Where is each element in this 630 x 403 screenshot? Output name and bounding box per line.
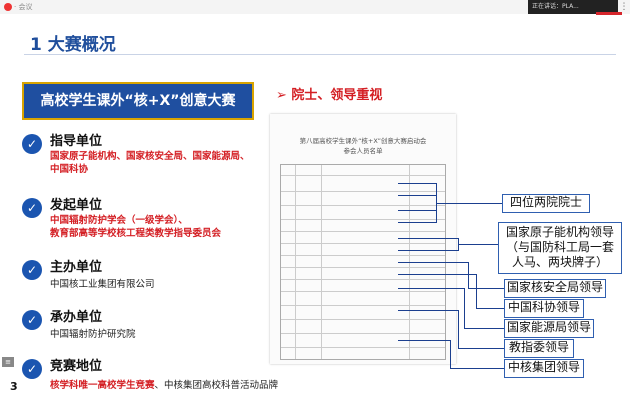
header-decoration bbox=[596, 12, 622, 15]
section-heading: 竞赛地位 bbox=[50, 359, 103, 374]
page-number: 3 bbox=[10, 380, 18, 393]
table-row bbox=[281, 255, 445, 256]
right-heading: ➢ 院士、领导重视 bbox=[276, 88, 383, 103]
connector-line bbox=[458, 348, 504, 349]
label-line: 人马、两块牌子） bbox=[511, 255, 608, 269]
section-line-black: 、中核集团高校科普活动品牌 bbox=[154, 380, 279, 391]
document-title-line: 参会人员名单 bbox=[343, 147, 383, 155]
section-heading: 发起单位 bbox=[50, 198, 103, 213]
document-title-line: 第八届高校学生课外“核+X”创意大赛启动会 bbox=[299, 137, 427, 145]
table-row bbox=[281, 243, 445, 244]
connector-line bbox=[476, 274, 477, 308]
label-cnnc-leaders: 中核集团领导 bbox=[504, 359, 584, 378]
check-icon: ✓ bbox=[22, 260, 42, 280]
table-row bbox=[281, 231, 445, 232]
check-icon: ✓ bbox=[22, 310, 42, 330]
connector-line bbox=[398, 250, 458, 251]
table-row bbox=[281, 333, 445, 334]
table-divider bbox=[321, 165, 322, 359]
table-row bbox=[281, 305, 445, 306]
table-row bbox=[281, 291, 445, 292]
section-line: 中国辐射防护研究院 bbox=[50, 329, 136, 340]
connector-line bbox=[458, 310, 459, 348]
label-caea-leaders: 国家原子能机构领导 （与国防科工局一套 人马、两块牌子） bbox=[498, 222, 622, 274]
contest-banner: 高校学生课外“核+X”创意大赛 bbox=[22, 82, 254, 120]
connector-line bbox=[398, 288, 464, 289]
connector-line bbox=[398, 238, 458, 239]
section-line: 国家原子能机构、国家核安全局、国家能源局、 bbox=[50, 151, 250, 162]
connector-line bbox=[468, 288, 504, 289]
label-line: （与国防科工局一套 bbox=[505, 240, 614, 254]
connector-line bbox=[398, 310, 458, 311]
table-row bbox=[281, 191, 445, 192]
section-heading: 主办单位 bbox=[50, 260, 103, 275]
connector-line bbox=[450, 368, 504, 369]
meeting-label: · 会议 bbox=[14, 3, 33, 11]
connector-line bbox=[476, 308, 504, 309]
attendee-list-document: 第八届高校学生课外“核+X”创意大赛启动会 参会人员名单 bbox=[270, 114, 456, 364]
label-cast-leaders: 中国科协领导 bbox=[504, 299, 584, 318]
connector-line bbox=[464, 288, 465, 328]
menu-icon[interactable]: ≡ bbox=[2, 357, 14, 367]
table-row bbox=[281, 175, 445, 176]
table-row bbox=[281, 205, 445, 206]
section-line-red: 核学科唯一高校学生竞赛 bbox=[50, 380, 155, 391]
table-row bbox=[281, 319, 445, 320]
connector-line bbox=[458, 244, 498, 245]
connector-line bbox=[398, 195, 436, 196]
label-academicians: 四位两院院士 bbox=[502, 194, 590, 213]
label-committee-leaders: 教指委领导 bbox=[504, 339, 574, 358]
check-icon: ✓ bbox=[22, 134, 42, 154]
section-line: 中国核工业集团有限公司 bbox=[50, 279, 155, 290]
connector-line bbox=[398, 274, 476, 275]
table-divider bbox=[295, 165, 296, 359]
section-line: 中国辐射防护学会（一级学会）、 bbox=[50, 215, 188, 226]
label-line: 国家原子能机构领导 bbox=[505, 225, 614, 239]
connector-line bbox=[398, 262, 468, 263]
connector-line bbox=[436, 203, 502, 204]
section-line: 核学科唯一高校学生竞赛、中核集团高校科普活动品牌 bbox=[50, 377, 278, 391]
connector-line bbox=[398, 210, 436, 211]
section-heading: 承办单位 bbox=[50, 310, 103, 325]
check-icon: ✓ bbox=[22, 198, 42, 218]
connector-line bbox=[398, 183, 436, 184]
label-nnsa-leaders: 国家核安全局领导 bbox=[504, 279, 606, 298]
table-row bbox=[281, 279, 445, 280]
section-line: 中国科协 bbox=[50, 164, 89, 175]
label-nea-leaders: 国家能源局领导 bbox=[504, 319, 594, 338]
section-line: 教育部高等学校核工程类教学指导委员会 bbox=[50, 228, 222, 239]
record-icon bbox=[4, 3, 12, 11]
document-title: 第八届高校学生课外“核+X”创意大赛启动会 参会人员名单 bbox=[270, 136, 456, 156]
table-row bbox=[281, 347, 445, 348]
table-row bbox=[281, 267, 445, 268]
title-divider bbox=[24, 54, 616, 55]
page-title: 1 大赛概况 bbox=[30, 35, 116, 55]
connector-line bbox=[464, 328, 504, 329]
connector-line bbox=[468, 262, 469, 288]
section-heading: 指导单位 bbox=[50, 134, 103, 149]
connector-line bbox=[398, 340, 450, 341]
connector-line bbox=[450, 340, 451, 368]
table-row bbox=[281, 219, 445, 220]
check-icon: ✓ bbox=[22, 359, 42, 379]
connector-line bbox=[398, 222, 436, 223]
